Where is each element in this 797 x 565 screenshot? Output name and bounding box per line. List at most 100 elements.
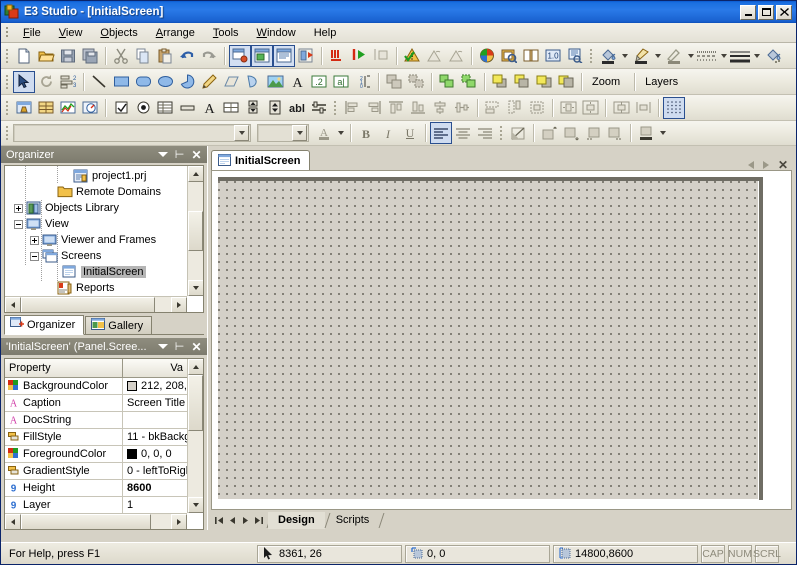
toolbar-grip[interactable]	[4, 73, 11, 91]
scroll-thumb[interactable]	[21, 297, 155, 313]
maximize-button[interactable]	[758, 5, 774, 20]
counter-icon[interactable]: 210	[352, 71, 374, 93]
rounded-rect-icon[interactable]	[132, 71, 154, 93]
paste-icon[interactable]	[154, 45, 176, 67]
menu-file[interactable]: File	[14, 25, 50, 41]
property-value-cell[interactable]: Screen Title	[123, 397, 187, 409]
first-record-icon[interactable]	[213, 513, 226, 528]
tree-horizontal-scrollbar[interactable]	[5, 296, 187, 312]
property-row[interactable]: GradientStyle 0 - leftToRight	[5, 463, 187, 480]
property-grid[interactable]: Property Va BackgroundColor 212, 208	[4, 358, 204, 530]
toolbar-grip[interactable]	[4, 47, 11, 65]
send-icon[interactable]	[458, 71, 480, 93]
fill-color-icon[interactable]	[597, 45, 619, 67]
shadow-down-icon[interactable]	[560, 122, 582, 144]
auto-hide-pin-icon[interactable]: ⊢	[174, 341, 185, 353]
open-folder-icon[interactable]	[35, 45, 57, 67]
tree-item[interactable]: project1.prj	[5, 168, 187, 184]
cut-scissors-icon[interactable]	[110, 45, 132, 67]
tab-organizer[interactable]: Organizer	[4, 315, 84, 335]
scroll-track[interactable]	[155, 297, 171, 313]
tree-item[interactable]: View	[5, 216, 187, 232]
bring-icon[interactable]	[436, 71, 458, 93]
scroll-down-button[interactable]	[188, 280, 204, 296]
scroll-track[interactable]	[188, 431, 203, 497]
grid-snap-icon[interactable]	[663, 97, 685, 119]
bold-button[interactable]: B	[355, 122, 377, 144]
select-arrow-icon[interactable]	[13, 71, 35, 93]
font-color-icon[interactable]: A	[313, 122, 335, 144]
shadow-color-dropdown[interactable]	[657, 122, 668, 144]
scroll-right-button[interactable]	[171, 297, 187, 313]
line-icon[interactable]	[88, 71, 110, 93]
space-v-icon[interactable]	[579, 97, 601, 119]
checkbox-icon[interactable]	[110, 97, 132, 119]
tree-item-initialscreen[interactable]: InitialScreen	[5, 264, 187, 280]
new-screen-icon[interactable]	[229, 45, 251, 67]
toolbar-grip[interactable]	[4, 124, 11, 142]
next-record-icon[interactable]	[239, 513, 252, 528]
property-row[interactable]: A Caption Screen Title	[5, 395, 187, 412]
redo-icon[interactable]	[198, 45, 220, 67]
library-icon[interactable]	[520, 45, 542, 67]
property-horizontal-scrollbar[interactable]	[5, 513, 187, 529]
save-icon[interactable]	[57, 45, 79, 67]
grid-icon[interactable]	[220, 97, 242, 119]
zoom-dropdown[interactable]: Zoom	[586, 72, 630, 92]
version-icon[interactable]: 1.0	[542, 45, 564, 67]
copy-icon[interactable]	[132, 45, 154, 67]
menu-view[interactable]: View	[50, 25, 92, 41]
scroll-thumb[interactable]	[188, 375, 203, 431]
menu-grip[interactable]	[4, 25, 11, 40]
line-weight-icon[interactable]	[729, 45, 751, 67]
menu-window[interactable]: Window	[248, 25, 305, 41]
panel-close-icon[interactable]: ✕	[191, 341, 202, 353]
menu-tools[interactable]: Tools	[204, 25, 248, 41]
text-icon[interactable]: A	[286, 71, 308, 93]
property-value-cell[interactable]: 1	[123, 499, 187, 511]
font-name-dropdown-button[interactable]	[234, 125, 249, 141]
rotate-icon[interactable]	[35, 71, 57, 93]
button-icon[interactable]	[176, 97, 198, 119]
panel-menu-icon[interactable]	[157, 149, 168, 161]
nav-prev-icon[interactable]	[748, 161, 754, 169]
tab-gallery[interactable]: Gallery	[85, 316, 152, 334]
tree-item[interactable]: Screens	[5, 248, 187, 264]
align-center-v-icon[interactable]	[451, 97, 473, 119]
listbox-icon[interactable]	[154, 97, 176, 119]
shadow-up-icon[interactable]	[538, 122, 560, 144]
prev-record-icon[interactable]	[226, 513, 239, 528]
shadow-color-icon[interactable]	[635, 122, 657, 144]
tree-vertical-scrollbar[interactable]	[187, 166, 203, 296]
group-icon[interactable]	[383, 71, 405, 93]
property-value-cell[interactable]: 8600	[123, 482, 187, 494]
menu-arrange[interactable]: Arrange	[147, 25, 204, 41]
sheet-tab-scripts[interactable]: Scripts	[326, 512, 380, 529]
tree-expander-minus[interactable]	[30, 252, 39, 261]
center-v-icon[interactable]	[632, 97, 654, 119]
line-style-dropdown[interactable]	[718, 45, 729, 67]
align-right-icon[interactable]	[363, 97, 385, 119]
property-row[interactable]: 9 Layer 1	[5, 497, 187, 513]
new-document-icon[interactable]	[13, 45, 35, 67]
align-front-icon[interactable]	[489, 71, 511, 93]
screen-canvas[interactable]	[218, 181, 759, 500]
align-center-h-icon[interactable]	[429, 97, 451, 119]
property-vertical-scrollbar[interactable]	[187, 359, 203, 513]
tree-expander-minus[interactable]	[14, 220, 23, 229]
align-list-icon[interactable]: 23	[57, 71, 79, 93]
scroll-left-button[interactable]	[5, 514, 21, 530]
scroll-up-button[interactable]	[188, 166, 204, 182]
warning-up-icon[interactable]	[423, 45, 445, 67]
warning-down-icon[interactable]	[445, 45, 467, 67]
font-size-combo[interactable]	[257, 124, 309, 142]
design-surface[interactable]	[211, 170, 792, 510]
scroll-thumb[interactable]	[188, 211, 203, 251]
same-height-icon[interactable]	[504, 97, 526, 119]
polygon-icon[interactable]	[220, 71, 242, 93]
shadow-right-icon[interactable]	[604, 122, 626, 144]
label-icon[interactable]: A	[198, 97, 220, 119]
align-text-center-icon[interactable]	[452, 122, 474, 144]
document-tab-initialscreen[interactable]: InitialScreen	[211, 150, 310, 171]
new-viewer-icon[interactable]	[251, 45, 273, 67]
